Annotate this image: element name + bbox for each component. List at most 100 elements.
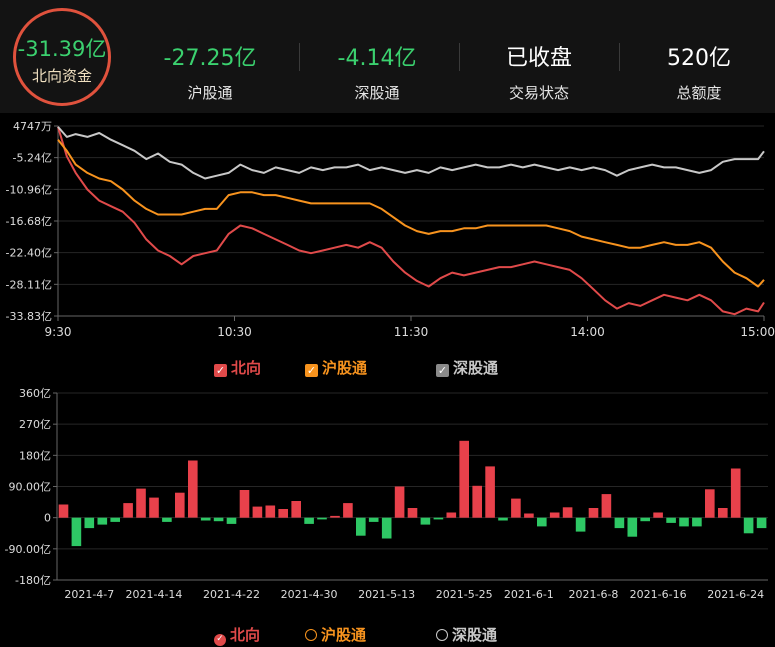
flow-bar	[601, 494, 612, 518]
north-flow-label: 北向资金	[31, 67, 92, 85]
y-tick-label: -33.83亿	[6, 310, 52, 323]
flow-bar	[291, 501, 301, 518]
legend-north-label: 北向	[231, 359, 262, 377]
flow-bar	[71, 517, 82, 547]
flow-bar	[394, 486, 405, 518]
y-tick-label: -90.00亿	[5, 543, 51, 556]
sz-series-line	[57, 126, 765, 180]
flow-bar	[562, 507, 573, 518]
stat-quota-label: 总额度	[676, 84, 722, 102]
flow-bar	[123, 503, 133, 518]
y-tick-label: -16.68亿	[6, 215, 52, 228]
y-tick-label: 90.00亿	[9, 481, 52, 494]
flow-bar	[330, 515, 340, 518]
flow-bar	[343, 503, 353, 518]
flow-bar	[175, 492, 185, 518]
y-tick-label: 0	[44, 512, 51, 525]
flow-bar	[756, 517, 767, 529]
flow-bar	[705, 489, 715, 518]
y-tick-label: -22.40亿	[6, 247, 52, 260]
flow-bar	[226, 517, 237, 524]
legend-sh[interactable]: 沪股通	[305, 624, 366, 645]
flow-bar	[588, 508, 599, 518]
x-tick-label: 2021-4-7	[64, 588, 114, 601]
flow-bar	[743, 517, 754, 534]
stat-sh-label: 沪股通	[187, 84, 233, 102]
flow-bar	[188, 460, 198, 518]
flow-bar	[213, 517, 224, 522]
flow-bar	[524, 513, 534, 518]
x-tick-label: 9:30	[45, 325, 72, 339]
flow-bar	[575, 517, 586, 532]
x-tick-label: 2021-4-14	[125, 588, 182, 601]
flow-bar	[381, 517, 392, 539]
flow-bar	[252, 506, 263, 518]
legend-sz-label: 深股通	[452, 626, 498, 644]
legend-sz[interactable]: ✓ 深股通	[436, 357, 498, 378]
flow-bar	[549, 512, 560, 518]
stat-status-label: 交易状态	[508, 84, 569, 102]
flow-bar	[692, 517, 702, 527]
checkbox-checked-icon[interactable]: ✓	[305, 364, 318, 377]
x-tick-label: 2021-6-1	[504, 588, 554, 601]
flow-bar	[718, 508, 728, 518]
legend-sz-label: 深股通	[453, 359, 499, 377]
flow-bar	[304, 517, 314, 524]
flow-bar	[640, 517, 650, 522]
flow-bar	[200, 517, 211, 521]
stat-sz-value: -4.14亿	[337, 46, 417, 71]
flow-bar	[653, 512, 663, 518]
flow-bar	[614, 517, 625, 529]
flow-bar	[407, 508, 418, 518]
radio-selected-icon[interactable]: ✓	[214, 634, 226, 646]
x-tick-label: 2021-4-30	[281, 588, 338, 601]
legend-north[interactable]: ✓ 北向	[214, 624, 260, 646]
flow-bar	[420, 517, 431, 525]
x-tick-label: 2021-6-16	[630, 588, 687, 601]
flow-bar	[239, 490, 250, 518]
flow-bar	[278, 509, 288, 518]
y-tick-label: -5.24亿	[13, 152, 52, 165]
flow-bar	[627, 517, 638, 537]
x-tick-label: 2021-5-25	[436, 588, 493, 601]
legend-sz[interactable]: 深股通	[436, 624, 497, 645]
flow-bar	[472, 485, 482, 518]
x-tick-label: 2021-4-22	[203, 588, 260, 601]
x-tick-label: 2021-6-8	[569, 588, 619, 601]
flow-bar	[498, 517, 508, 521]
checkbox-checked-icon[interactable]: ✓	[214, 364, 227, 377]
y-tick-label: -28.11亿	[6, 278, 52, 291]
flow-bar	[97, 517, 108, 525]
legend-sh-label: 沪股通	[321, 626, 367, 644]
flow-bar	[537, 517, 547, 527]
x-tick-label: 14:00	[570, 325, 605, 339]
intraday-line-chart: 4747万 -5.24亿 -10.96亿 -16.68亿 -22.40亿 -28.11亿 -…	[6, 120, 775, 339]
legend-north[interactable]: ✓ 北向	[214, 357, 261, 378]
stat-sh-value: -27.25亿	[163, 46, 257, 71]
x-tick-label: 11:30	[394, 325, 429, 339]
flow-bar	[730, 468, 741, 518]
legend-sh[interactable]: ✓ 沪股通	[305, 357, 367, 378]
y-tick-label: 270亿	[19, 418, 51, 431]
flow-bar	[666, 517, 676, 523]
y-tick-label: -180亿	[15, 574, 51, 587]
stat-status-value: 已收盘	[505, 46, 572, 71]
y-tick-label: -10.96亿	[6, 183, 52, 196]
radio-unselected-icon[interactable]	[305, 629, 317, 641]
radio-unselected-icon[interactable]	[436, 629, 448, 641]
flow-bar	[265, 505, 276, 518]
stat-sz-label: 深股通	[354, 84, 400, 102]
sh-series-line	[57, 139, 765, 288]
flow-bar	[485, 466, 495, 518]
flow-bar	[511, 498, 521, 518]
flow-bar	[110, 517, 120, 522]
checkbox-checked-icon[interactable]: ✓	[436, 364, 449, 377]
flow-bar	[58, 504, 69, 518]
x-tick-label: 2021-6-24	[707, 588, 764, 601]
x-tick-label: 2021-5-13	[358, 588, 415, 601]
x-tick-label: 15:00	[740, 325, 775, 339]
flow-bar	[136, 488, 146, 518]
flow-bar	[317, 517, 327, 520]
summary-header: -31.39亿 北向资金 -27.25亿 沪股通 -4.14亿 深股通 已收盘 …	[0, 0, 775, 113]
y-tick-label: 180亿	[19, 449, 51, 462]
